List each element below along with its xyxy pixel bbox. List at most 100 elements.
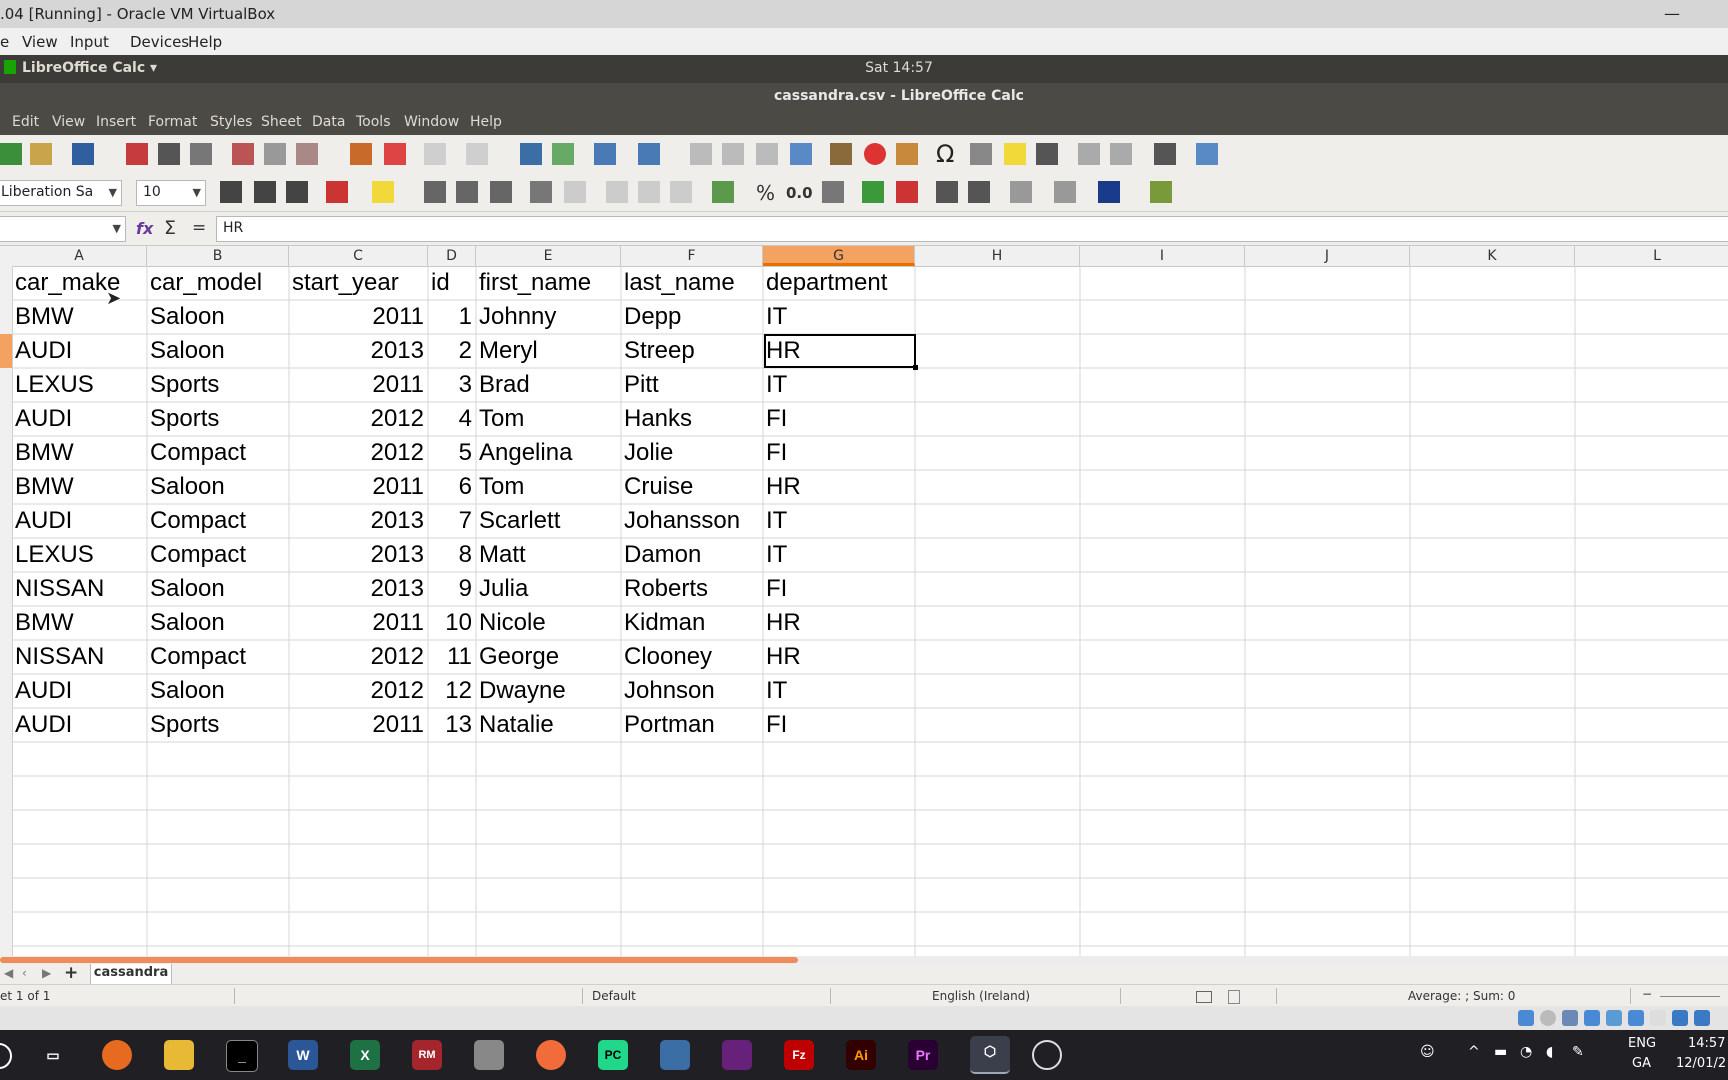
column-header-l[interactable]: L: [1575, 246, 1728, 266]
chevron-down-icon[interactable]: ▼: [109, 186, 117, 199]
menu-view[interactable]: View: [52, 114, 85, 130]
table-cell[interactable]: 2011: [289, 470, 428, 504]
formula-input[interactable]: HR: [216, 216, 1728, 242]
number-format-icon[interactable]: 0.0: [786, 184, 813, 202]
table-cell[interactable]: IT: [763, 300, 915, 334]
table-cell[interactable]: Roberts: [621, 572, 763, 606]
borders-icon[interactable]: [1010, 181, 1032, 203]
table-cell[interactable]: Dwayne: [476, 674, 621, 708]
bold-icon[interactable]: [220, 181, 242, 203]
menu-edit[interactable]: Edit: [12, 114, 39, 130]
menu-format[interactable]: Format: [148, 114, 197, 130]
table-cell[interactable]: Tom: [476, 470, 621, 504]
clone-formatting-icon[interactable]: [350, 143, 372, 165]
table-cell[interactable]: Streep: [621, 334, 763, 368]
table-cell[interactable]: 7: [428, 504, 476, 538]
delete-decimal-icon[interactable]: [896, 181, 918, 203]
virtualbox-icon[interactable]: ⬡: [970, 1036, 1010, 1074]
audio-icon[interactable]: [1562, 1010, 1578, 1026]
table-cell[interactable]: Meryl: [476, 334, 621, 368]
table-cell[interactable]: AUDI: [12, 708, 147, 742]
wrap-text-icon[interactable]: [530, 181, 552, 203]
scrollbar-thumb[interactable]: [0, 957, 798, 963]
table-cell[interactable]: 2012: [289, 674, 428, 708]
table-cell[interactable]: 2011: [289, 708, 428, 742]
save-icon[interactable]: [72, 143, 94, 165]
column-header-j[interactable]: J: [1245, 246, 1410, 266]
network-adapter-icon[interactable]: [1584, 1010, 1600, 1026]
column-icon[interactable]: [638, 143, 660, 165]
table-cell[interactable]: Hanks: [621, 402, 763, 436]
prev-sheet-icon[interactable]: ‹: [22, 966, 27, 980]
table-cell[interactable]: 9: [428, 572, 476, 606]
table-cell[interactable]: AUDI: [12, 334, 147, 368]
taskbar-date[interactable]: 12/01/2: [1676, 1056, 1726, 1071]
sort-ascending-icon[interactable]: [722, 143, 744, 165]
table-cell[interactable]: BMW: [12, 606, 147, 640]
center-vertically-icon[interactable]: [638, 181, 660, 203]
column-header-d[interactable]: D: [428, 246, 476, 266]
header-footer-icon[interactable]: [1036, 143, 1058, 165]
clear-formatting-icon[interactable]: [384, 143, 406, 165]
pen-icon[interactable]: ✎: [1572, 1044, 1584, 1060]
table-cell[interactable]: 12: [428, 674, 476, 708]
font-size-box[interactable]: 10 ▼: [136, 180, 206, 206]
underline-icon[interactable]: [286, 181, 308, 203]
table-cell[interactable]: Nicole: [476, 606, 621, 640]
table-cell[interactable]: 2012: [289, 436, 428, 470]
task-view-icon[interactable]: ▭: [38, 1040, 68, 1070]
column-header-f[interactable]: F: [621, 246, 763, 266]
header-cell[interactable]: first_name: [476, 266, 621, 300]
align-left-icon[interactable]: [424, 181, 446, 203]
table-cell[interactable]: 2012: [289, 402, 428, 436]
table-cell[interactable]: LEXUS: [12, 368, 147, 402]
chevron-up-icon[interactable]: ^: [1468, 1044, 1480, 1060]
table-cell[interactable]: Saloon: [147, 572, 289, 606]
table-cell[interactable]: 2013: [289, 538, 428, 572]
table-cell[interactable]: FI: [763, 402, 915, 436]
export-pdf-icon[interactable]: [126, 143, 148, 165]
table-cell[interactable]: AUDI: [12, 674, 147, 708]
hyperlink-icon[interactable]: [970, 143, 992, 165]
volume-icon[interactable]: ◖: [1546, 1044, 1553, 1060]
table-cell[interactable]: 2: [428, 334, 476, 368]
font-color-icon[interactable]: [326, 181, 348, 203]
table-cell[interactable]: Kidman: [621, 606, 763, 640]
table-cell[interactable]: 8: [428, 538, 476, 572]
terminal-icon[interactable]: _: [226, 1040, 258, 1072]
table-cell[interactable]: Natalie: [476, 708, 621, 742]
vbox-menu-file[interactable]: e: [0, 33, 9, 51]
table-cell[interactable]: BMW: [12, 436, 147, 470]
table-cell[interactable]: Jolie: [621, 436, 763, 470]
header-cell[interactable]: car_make: [12, 266, 147, 300]
pycharm-icon[interactable]: PC: [598, 1040, 628, 1070]
redo-icon[interactable]: [466, 143, 488, 165]
italic-icon[interactable]: [254, 181, 276, 203]
column-header-g[interactable]: G: [763, 246, 915, 266]
table-cell[interactable]: Damon: [621, 538, 763, 572]
selected-cell[interactable]: [764, 334, 918, 370]
table-cell[interactable]: Compact: [147, 640, 289, 674]
vbox-menu-view[interactable]: View: [22, 33, 58, 51]
header-cell[interactable]: id: [428, 266, 476, 300]
menu-window[interactable]: Window: [404, 114, 459, 130]
chart-icon[interactable]: [864, 143, 886, 165]
first-sheet-icon[interactable]: ◀: [4, 966, 13, 980]
word-icon[interactable]: W: [288, 1040, 318, 1070]
table-cell[interactable]: IT: [763, 504, 915, 538]
vbox-menu-input[interactable]: Input: [70, 33, 109, 51]
split-window-icon[interactable]: [1154, 143, 1176, 165]
merge-cells-icon[interactable]: [564, 181, 586, 203]
row-header-selected[interactable]: [0, 334, 12, 368]
percent-icon[interactable]: %: [756, 181, 775, 205]
table-cell[interactable]: 2013: [289, 334, 428, 368]
sum-icon[interactable]: Σ: [164, 217, 176, 239]
table-cell[interactable]: 2011: [289, 606, 428, 640]
border-color-icon[interactable]: [1098, 181, 1120, 203]
file-explorer-icon[interactable]: [164, 1040, 194, 1070]
premiere-icon[interactable]: Pr: [908, 1040, 938, 1070]
cut-icon[interactable]: [232, 143, 254, 165]
table-cell[interactable]: Saloon: [147, 606, 289, 640]
table-cell[interactable]: Tom: [476, 402, 621, 436]
increase-indent-icon[interactable]: [936, 181, 958, 203]
